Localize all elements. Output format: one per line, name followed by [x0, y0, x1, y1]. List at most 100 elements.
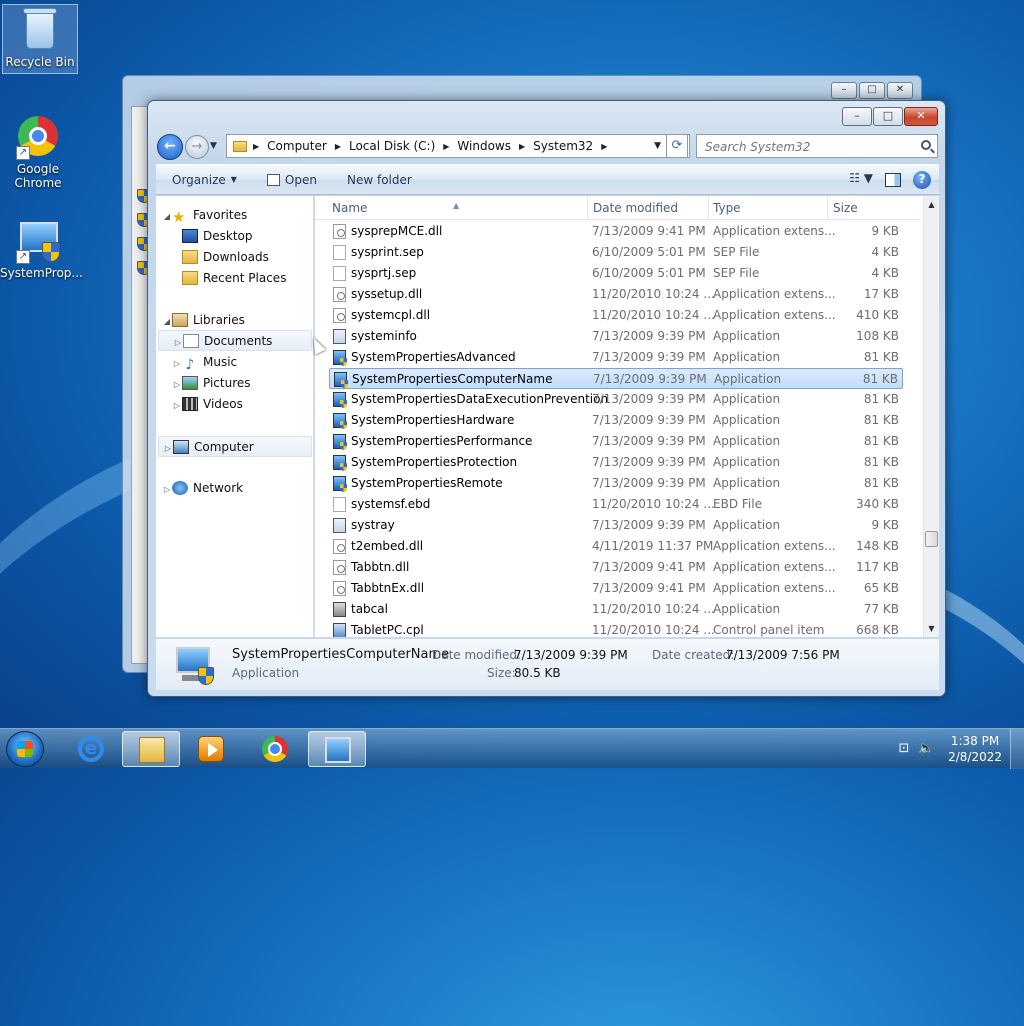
start-button[interactable] [6, 731, 44, 767]
file-row[interactable]: sysprint.sep 6/10/2009 5:01 PM SEP File 4 K… [329, 242, 903, 263]
nav-videos[interactable]: ▷ Videos [172, 394, 313, 416]
new-folder-button[interactable]: New folder [339, 169, 420, 191]
file-row[interactable]: SystemPropertiesPerformance 7/13/2009 9:3… [329, 431, 903, 452]
file-row[interactable]: tabcal 11/20/2010 10:24 ... Application 77 … [329, 599, 903, 620]
file-row[interactable]: systray 7/13/2009 9:39 PM Application 9 KB [329, 515, 903, 536]
system-tray: ⊡ 🔈 1:38 PM 2/8/2022 [884, 729, 1024, 769]
file-row[interactable]: Tabbtn.dll 7/13/2009 9:41 PM Application e… [329, 557, 903, 578]
refresh-button[interactable]: ⟳ [666, 134, 688, 158]
volume-icon[interactable]: 🔈 [918, 741, 934, 757]
organize-button[interactable]: Organize ▼ [164, 169, 245, 191]
breadcrumb-local-disk[interactable]: Local Disk (C:) [349, 139, 435, 153]
column-header-name[interactable]: Name [332, 201, 367, 215]
scroll-down-arrow-icon[interactable]: ▼ [924, 620, 939, 637]
taskbar-chrome[interactable] [246, 731, 304, 767]
file-row[interactable]: SystemPropertiesAdvanced 7/13/2009 9:39 P… [329, 347, 903, 368]
file-row[interactable]: TabletPC.cpl 11/20/2010 10:24 ... Control … [329, 620, 903, 637]
desktop-icon-systemproperties[interactable]: ↗ SystemProp... [0, 216, 83, 280]
expand-arrow-icon[interactable]: ▷ [173, 332, 183, 353]
file-row[interactable]: sysprepMCE.dll 7/13/2009 9:41 PM Applicati… [329, 221, 903, 242]
file-row[interactable]: sysprtj.sep 6/10/2009 5:01 PM SEP File 4 KB [329, 263, 903, 284]
preview-pane-button[interactable] [885, 173, 901, 187]
collapse-arrow-icon[interactable]: ◢ [162, 206, 172, 227]
address-history-dropdown[interactable]: ▼ [654, 141, 661, 151]
nav-pictures[interactable]: ▷ Pictures [172, 373, 313, 395]
breadcrumb-computer[interactable]: Computer [267, 139, 327, 153]
taskbar-media-player[interactable] [182, 731, 240, 767]
column-header-type[interactable]: Type [713, 201, 741, 215]
recent-pages-dropdown[interactable]: ▼ [210, 141, 217, 151]
taskbar-windows-explorer[interactable] [122, 731, 180, 767]
address-bar[interactable]: ▶ Computer ▶ Local Disk (C:) ▶ Windows ▶… [226, 134, 690, 158]
nav-computer[interactable]: ▷ Computer [158, 436, 312, 457]
back-button[interactable]: ← [157, 134, 183, 160]
chevron-right-icon[interactable]: ▶ [253, 142, 259, 151]
collapse-arrow-icon[interactable]: ◢ [162, 311, 172, 332]
desktop-icon-label: Google Chrome [14, 162, 62, 190]
explorer-window[interactable]: – □ ✕ ← → ▼ ▶ Computer ▶ Local Disk (C:)… [147, 100, 946, 697]
nav-downloads[interactable]: Downloads [172, 247, 313, 268]
search-box[interactable] [696, 134, 938, 158]
file-row[interactable]: SystemPropertiesHardware 7/13/2009 9:39 P… [329, 410, 903, 431]
column-header-size[interactable]: Size [833, 201, 858, 215]
file-name: systemsf.ebd [351, 497, 431, 511]
minimize-button[interactable]: – [842, 107, 872, 126]
nav-libraries[interactable]: ◢ Libraries [162, 310, 313, 332]
clock[interactable]: 1:38 PM 2/8/2022 [948, 733, 1002, 765]
close-button[interactable]: ✕ [887, 82, 913, 99]
breadcrumb-windows[interactable]: Windows [457, 139, 511, 153]
search-input[interactable] [703, 139, 903, 155]
close-button[interactable]: ✕ [904, 107, 938, 126]
expand-arrow-icon[interactable]: ▷ [162, 479, 172, 500]
expand-arrow-icon[interactable]: ▷ [172, 353, 182, 374]
nav-documents[interactable]: ▷ Documents [158, 330, 312, 351]
nav-music[interactable]: ▷ ♪ Music [172, 352, 313, 374]
file-row[interactable]: SystemPropertiesDataExecutionPrevention 7… [329, 389, 903, 410]
open-button[interactable]: Open [259, 169, 325, 191]
nav-desktop[interactable]: Desktop [172, 226, 313, 247]
file-row[interactable]: SystemPropertiesComputerName 7/13/2009 9:… [329, 368, 903, 389]
file-row[interactable]: systemsf.ebd 11/20/2010 10:24 ... EBD File… [329, 494, 903, 515]
network-status-icon[interactable]: ⊡ [896, 741, 912, 757]
file-row[interactable]: systemcpl.dll 11/20/2010 10:24 ... Applica… [329, 305, 903, 326]
desktop-icon-recycle-bin[interactable]: Recycle Bin [2, 4, 78, 74]
file-row[interactable]: TabbtnEx.dll 7/13/2009 9:41 PM Application… [329, 578, 903, 599]
file-row[interactable]: syssetup.dll 11/20/2010 10:24 ... Applicat… [329, 284, 903, 305]
scroll-up-arrow-icon[interactable]: ▲ [924, 196, 939, 213]
desktop-icon-google-chrome[interactable]: ↗ Google Chrome [0, 112, 76, 190]
breadcrumb-system32[interactable]: System32 [533, 139, 593, 153]
minimize-button[interactable]: – [831, 82, 857, 99]
file-row[interactable]: SystemPropertiesProtection 7/13/2009 9:39… [329, 452, 903, 473]
scrollbar-thumb[interactable] [925, 531, 938, 547]
column-header-date[interactable]: Date modified [593, 201, 678, 215]
column-divider[interactable] [827, 196, 828, 220]
file-size: 108 KB [856, 329, 899, 343]
vertical-scrollbar[interactable]: ▲ ▼ [923, 196, 939, 637]
change-view-button[interactable]: ☷ ▼ [849, 171, 873, 185]
file-row[interactable]: SystemPropertiesRemote 7/13/2009 9:39 PM A… [329, 473, 903, 494]
chevron-right-icon[interactable]: ▶ [443, 142, 449, 151]
file-row[interactable]: t2embed.dll 4/11/2019 11:37 PM Application… [329, 536, 903, 557]
taskbar-internet-explorer[interactable]: e [62, 731, 120, 767]
column-divider[interactable] [708, 196, 709, 220]
forward-button[interactable]: → [185, 135, 209, 159]
help-button[interactable]: ? [913, 171, 931, 189]
taskbar-system-properties[interactable] [308, 731, 366, 767]
expand-arrow-icon[interactable]: ▷ [172, 374, 182, 395]
sysprop-file-icon [333, 392, 347, 408]
show-desktop-button[interactable] [1010, 729, 1024, 769]
search-icon[interactable] [921, 140, 931, 150]
chevron-right-icon[interactable]: ▶ [601, 142, 607, 151]
maximize-button[interactable]: □ [873, 107, 903, 126]
expand-arrow-icon[interactable]: ▷ [172, 395, 182, 416]
chevron-right-icon[interactable]: ▶ [335, 142, 341, 151]
expand-arrow-icon[interactable]: ▷ [163, 438, 173, 459]
maximize-button[interactable]: □ [859, 82, 885, 99]
column-divider[interactable] [587, 196, 588, 220]
nav-network[interactable]: ▷ Network [162, 478, 313, 500]
file-type: Application [713, 413, 781, 427]
nav-recent-places[interactable]: Recent Places [172, 268, 313, 289]
chevron-right-icon[interactable]: ▶ [519, 142, 525, 151]
file-row[interactable]: systeminfo 7/13/2009 9:39 PM Application 10… [329, 326, 903, 347]
nav-favorites[interactable]: ◢ ★ Favorites [162, 205, 313, 227]
